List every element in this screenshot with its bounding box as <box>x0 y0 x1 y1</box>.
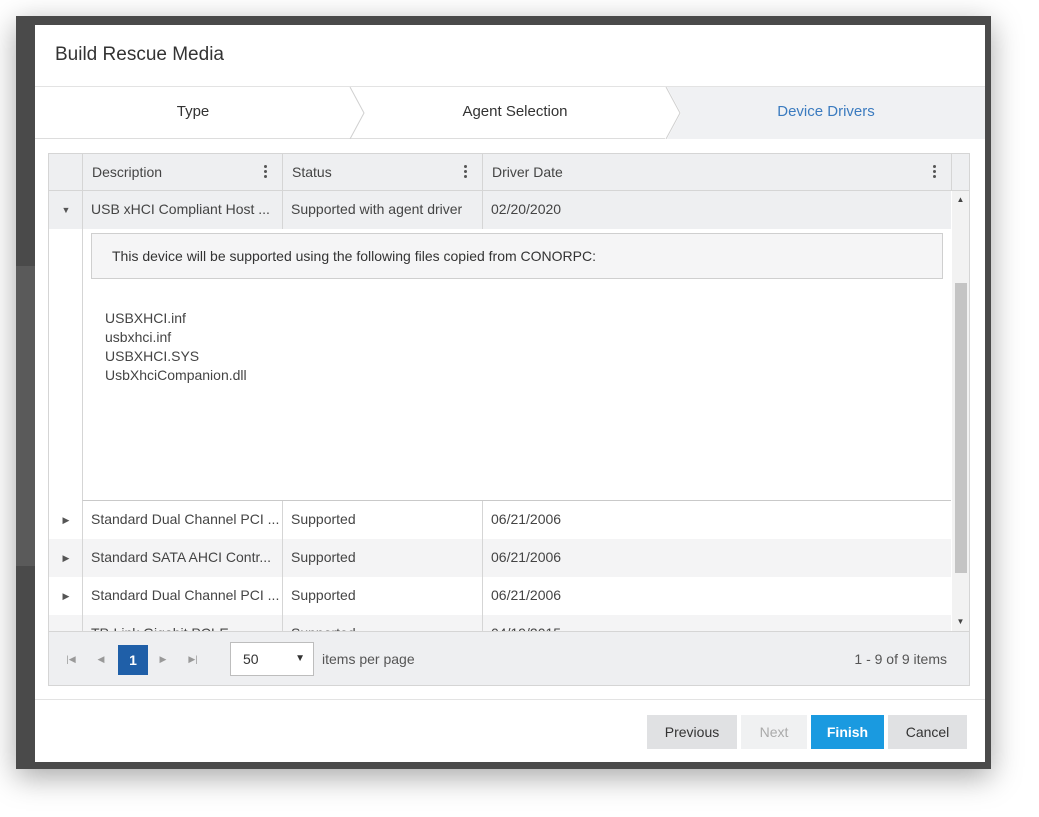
cell-description: USB xHCI Compliant Host ... <box>82 191 282 229</box>
cell-driver-date: 06/21/2006 <box>482 577 951 615</box>
cell-status: Supported <box>282 539 482 577</box>
file-item: USBXHCI.SYS <box>105 348 200 364</box>
detail-message: This device will be supported using the … <box>91 233 943 279</box>
first-page-icon[interactable]: |◀ <box>59 645 83 673</box>
cell-driver-date: 02/20/2020 <box>482 191 951 229</box>
scroll-up-icon[interactable]: ▲ <box>952 193 969 207</box>
scrollbar-thumb[interactable] <box>955 283 967 573</box>
step-separator-icon <box>665 87 681 139</box>
vertical-scrollbar[interactable]: ▲ ▼ <box>952 191 969 631</box>
file-item: usbxhci.inf <box>105 329 172 345</box>
file-list: USBXHCI.inf usbxhci.inf USBXHCI.SYS UsbX… <box>105 309 247 385</box>
column-header-description[interactable]: Description <box>82 154 282 190</box>
column-header-label: Description <box>92 164 163 180</box>
prev-page-icon[interactable]: ◀ <box>89 645 113 673</box>
cell-driver-date: 06/21/2006 <box>482 501 951 539</box>
cell-status: Supported <box>282 501 482 539</box>
build-rescue-media-dialog: Build Rescue Media Type Agent Selection … <box>35 25 985 762</box>
finish-button[interactable]: Finish <box>811 715 884 749</box>
table-row[interactable]: ▶ TP-Link Gigabit PCI-E ... Supported 04… <box>49 615 951 631</box>
cell-driver-date: 06/21/2006 <box>482 539 951 577</box>
wizard-steps: Type Agent Selection Device Drivers <box>35 87 985 139</box>
previous-button[interactable]: Previous <box>647 715 737 749</box>
column-header-label: Driver Date <box>492 164 563 180</box>
scroll-down-icon[interactable]: ▼ <box>952 615 969 629</box>
file-item: USBXHCI.inf <box>105 310 186 326</box>
column-header-status[interactable]: Status <box>282 154 482 190</box>
table-row[interactable]: ▼ USB xHCI Compliant Host ... Supported … <box>49 191 951 229</box>
column-menu-icon[interactable] <box>264 165 268 179</box>
page-number-button[interactable]: 1 <box>118 645 148 675</box>
device-drivers-grid: Description Status Driver Date ▼ USB xHC… <box>48 153 970 686</box>
table-row[interactable]: ▶ Standard Dual Channel PCI ... Supporte… <box>49 577 951 615</box>
page-size-select[interactable]: 50 ▼ <box>230 642 314 676</box>
wizard-step-device-drivers[interactable]: Device Drivers <box>667 87 985 139</box>
next-button[interactable]: Next <box>741 715 807 749</box>
page-size-value: 50 <box>243 651 259 667</box>
cell-driver-date: 04/19/2015 <box>482 615 951 631</box>
cell-description: Standard SATA AHCI Contr... <box>82 539 282 577</box>
expand-arrow-icon[interactable]: ▶ <box>49 539 83 577</box>
pager-info: 1 - 9 of 9 items <box>854 651 947 667</box>
expand-arrow-icon[interactable]: ▶ <box>49 577 83 615</box>
last-page-icon[interactable]: ▶| <box>181 645 205 673</box>
cell-status: Supported <box>282 615 482 631</box>
column-header-driver-date[interactable]: Driver Date <box>482 154 951 190</box>
step-separator-icon <box>349 87 365 139</box>
wizard-step-type[interactable]: Type <box>35 87 351 139</box>
dropdown-arrow-icon: ▼ <box>295 653 305 664</box>
expand-arrow-icon[interactable]: ▶ <box>49 501 83 539</box>
cell-status: Supported <box>282 577 482 615</box>
column-menu-icon[interactable] <box>933 165 937 179</box>
cell-description: TP-Link Gigabit PCI-E ... <box>82 615 282 631</box>
expand-arrow-icon[interactable]: ▶ <box>49 615 83 631</box>
page-size-label: items per page <box>322 651 415 667</box>
next-page-icon[interactable]: ▶ <box>151 645 175 673</box>
column-header-label: Status <box>292 164 332 180</box>
cancel-button[interactable]: Cancel <box>888 715 967 749</box>
column-menu-icon[interactable] <box>464 165 468 179</box>
row-detail-panel: This device will be supported using the … <box>82 229 951 501</box>
table-row[interactable]: ▶ Standard SATA AHCI Contr... Supported … <box>49 539 951 577</box>
collapse-arrow-icon[interactable]: ▼ <box>49 191 83 229</box>
dialog-title: Build Rescue Media <box>35 25 985 87</box>
cell-status: Supported with agent driver <box>282 191 482 229</box>
scrollbar-header-spacer <box>951 154 969 190</box>
wizard-step-agent-selection[interactable]: Agent Selection <box>365 87 665 139</box>
grid-header: Description Status Driver Date <box>49 154 969 191</box>
pager: |◀ ◀ 1 ▶ ▶| 50 ▼ items per page 1 - 9 of… <box>49 631 969 685</box>
dialog-footer: Previous Next Finish Cancel <box>35 699 985 762</box>
file-item: UsbXhciCompanion.dll <box>105 367 247 383</box>
table-row[interactable]: ▶ Standard Dual Channel PCI ... Supporte… <box>49 501 951 539</box>
cell-description: Standard Dual Channel PCI ... <box>82 577 282 615</box>
grid-body: ▼ USB xHCI Compliant Host ... Supported … <box>49 191 951 631</box>
cell-description: Standard Dual Channel PCI ... <box>82 501 282 539</box>
